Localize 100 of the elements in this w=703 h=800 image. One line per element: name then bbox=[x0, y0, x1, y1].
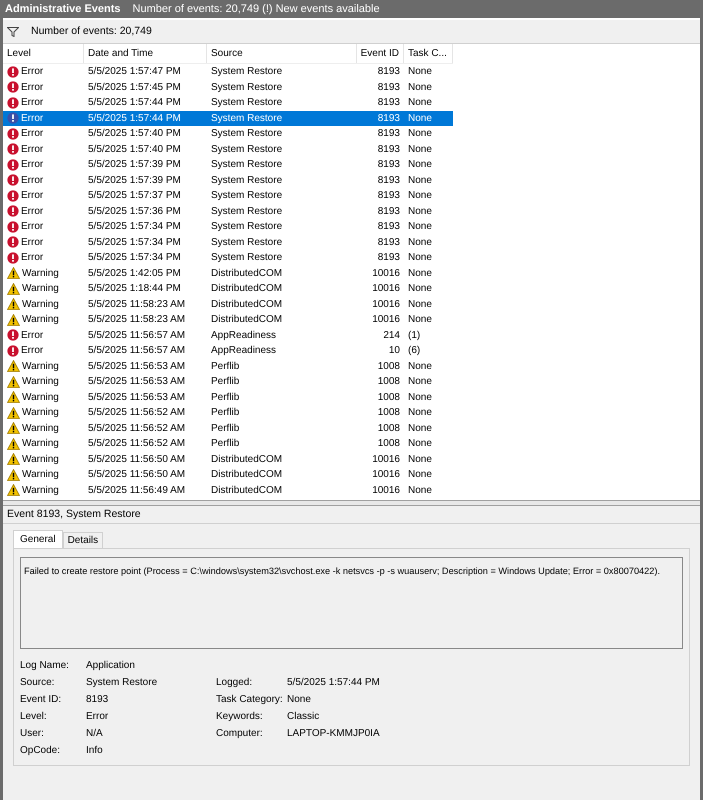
error-icon bbox=[7, 143, 19, 156]
table-row[interactable]: Error 5/5/2025 11:56:57 AM AppReadiness 214 (1) bbox=[3, 328, 453, 343]
table-cell-text: 8193 bbox=[376, 96, 401, 110]
field-value: None bbox=[287, 693, 311, 707]
level-text: Error bbox=[21, 65, 44, 80]
table-row[interactable]: Error 5/5/2025 1:57:45 PM System Restore 8193 None bbox=[3, 80, 453, 95]
table-cell-text: DistributedCOM bbox=[210, 468, 284, 482]
table-cell-text: None bbox=[407, 174, 433, 188]
table-row[interactable]: Warning 5/5/2025 11:56:53 AM Perflib 1008 None bbox=[3, 374, 453, 390]
table-row[interactable]: Error 5/5/2025 1:57:34 PM System Restore 8193 None bbox=[3, 234, 453, 250]
table-row[interactable]: Error 5/5/2025 1:57:37 PM System Restore 8193 None bbox=[3, 188, 453, 204]
tab[interactable]: General bbox=[13, 530, 63, 548]
table-cell-text: None bbox=[407, 65, 433, 80]
level-text: Error bbox=[21, 158, 44, 172]
table-row[interactable]: Warning 5/5/2025 11:56:53 AM Perflib 1008 None bbox=[3, 390, 453, 405]
field-value: 5/5/2025 1:57:44 PM bbox=[287, 676, 380, 690]
event-count: Number of events: 20,749 bbox=[31, 24, 152, 39]
warning-icon bbox=[7, 391, 20, 404]
table-cell-text: Perflib bbox=[210, 360, 240, 374]
field-value: N/A bbox=[86, 727, 103, 741]
level-text: Error bbox=[21, 328, 44, 343]
table-row[interactable]: Error 5/5/2025 1:57:36 PM System Restore 8193 None bbox=[3, 204, 453, 219]
column-header[interactable]: Date and Time bbox=[84, 44, 207, 63]
table-row[interactable]: Error 5/5/2025 11:56:57 AM AppReadiness 10 (6) bbox=[3, 343, 453, 358]
table-row[interactable]: Warning 5/5/2025 11:56:52 AM Perflib 1008 None bbox=[3, 405, 453, 420]
table-cell-text: DistributedCOM bbox=[210, 484, 284, 498]
table-cell-text: Perflib bbox=[210, 390, 240, 405]
table-cell-text: DistributedCOM bbox=[210, 282, 284, 296]
table-cell-text: 5/5/2025 11:56:50 AM bbox=[87, 452, 186, 467]
table-row[interactable]: Error 5/5/2025 1:57:44 PM System Restore 8193 None bbox=[3, 110, 453, 126]
table-row[interactable]: Warning 5/5/2025 11:56:49 AM DistributedCOM 10016 None bbox=[3, 482, 453, 498]
table-row[interactable]: Warning 5/5/2025 1:18:44 PM DistributedCOM 10016 None bbox=[3, 281, 453, 296]
table-row[interactable]: Error 5/5/2025 1:57:40 PM System Restore 8193 None bbox=[3, 142, 453, 157]
table-row[interactable]: Error 5/5/2025 1:57:40 PM System Restore 8193 None bbox=[3, 126, 453, 142]
table-cell-text: None bbox=[407, 313, 433, 328]
table-row[interactable]: Warning 5/5/2025 11:58:23 AM DistributedCOM 10016 None bbox=[3, 312, 453, 328]
table-cell-text: AppReadiness bbox=[210, 328, 278, 343]
table-cell-text: System Restore bbox=[210, 127, 284, 142]
column-header[interactable]: Task C... bbox=[404, 44, 453, 63]
filter-icon[interactable] bbox=[7, 26, 19, 36]
table-cell-text: None bbox=[407, 375, 433, 390]
field-label: User: bbox=[20, 727, 45, 741]
level-text: Warning bbox=[22, 266, 59, 281]
table-cell-text: 5/5/2025 11:56:49 AM bbox=[87, 484, 186, 498]
table-row[interactable]: Error 5/5/2025 1:57:39 PM System Restore 8193 None bbox=[3, 172, 453, 188]
error-icon bbox=[7, 81, 19, 94]
table-row[interactable]: Warning 5/5/2025 11:56:53 AM Perflib 1008 None bbox=[3, 358, 453, 374]
table-row[interactable]: Warning 5/5/2025 11:56:50 AM DistributedCOM 10016 None bbox=[3, 467, 453, 482]
table-row[interactable]: Error 5/5/2025 1:57:47 PM System Restore 8193 None bbox=[3, 64, 453, 80]
field-value: System Restore bbox=[86, 676, 158, 690]
level-text: Error bbox=[21, 96, 44, 110]
level-text: Error bbox=[21, 189, 44, 204]
table-cell-text: 8193 bbox=[376, 251, 401, 266]
table-row[interactable]: Warning 5/5/2025 11:56:52 AM Perflib 1008 None bbox=[3, 420, 453, 436]
table-row[interactable]: Warning 5/5/2025 11:58:23 AM DistributedCOM 10016 None bbox=[3, 296, 453, 312]
table-cell-text: None bbox=[407, 204, 433, 219]
tab[interactable]: Details bbox=[62, 532, 104, 548]
table-cell-text: 1008 bbox=[376, 375, 401, 390]
warning-icon bbox=[7, 468, 20, 481]
table-cell-text: System Restore bbox=[210, 96, 284, 110]
table-cell-text: System Restore bbox=[210, 220, 284, 234]
field-value: 8193 bbox=[86, 693, 108, 707]
table-cell-text: DistributedCOM bbox=[210, 313, 284, 328]
status-text: Number of events: 20,749 (!) New events available bbox=[132, 2, 380, 17]
table-cell-text: None bbox=[407, 158, 433, 172]
table-cell-text: 5/5/2025 11:56:57 AM bbox=[87, 344, 186, 358]
table-cell-text: System Restore bbox=[210, 112, 284, 126]
table-cell-text: 8193 bbox=[376, 127, 401, 142]
level-text: Error bbox=[21, 251, 44, 266]
table-cell-text: 5/5/2025 1:18:44 PM bbox=[87, 282, 182, 296]
table-row[interactable]: Error 5/5/2025 1:57:39 PM System Restore 8193 None bbox=[3, 157, 453, 172]
field-value: Application bbox=[86, 659, 135, 673]
error-icon bbox=[7, 344, 19, 357]
level-text: Warning bbox=[22, 468, 59, 482]
table-cell-text: System Restore bbox=[210, 204, 284, 219]
table-cell-text: None bbox=[407, 484, 433, 498]
column-header[interactable]: Level bbox=[3, 44, 84, 63]
column-header[interactable]: Event ID bbox=[357, 44, 404, 63]
table-cell-text: 5/5/2025 1:57:37 PM bbox=[87, 189, 182, 204]
table-row[interactable]: Warning 5/5/2025 11:56:52 AM Perflib 1008 None bbox=[3, 436, 453, 452]
table-row[interactable]: Warning 5/5/2025 1:42:05 PM DistributedCOM 10016 None bbox=[3, 266, 453, 281]
level-text: Error bbox=[21, 220, 44, 234]
error-icon bbox=[7, 190, 19, 202]
table-cell-text: 8193 bbox=[376, 65, 401, 80]
level-text: Error bbox=[21, 142, 44, 157]
table-cell-text: 5/5/2025 11:58:23 AM bbox=[87, 298, 186, 312]
table-row[interactable]: Warning 5/5/2025 11:56:50 AM DistributedCOM 10016 None bbox=[3, 452, 453, 467]
table-cell-text: 5/5/2025 11:56:52 AM bbox=[87, 437, 186, 452]
table-row[interactable]: Error 5/5/2025 1:57:34 PM System Restore 8193 None bbox=[3, 219, 453, 234]
table-cell-text: None bbox=[407, 251, 433, 266]
table-row[interactable]: Error 5/5/2025 1:57:44 PM System Restore 8193 None bbox=[3, 95, 453, 110]
table-cell-text: 8193 bbox=[376, 80, 401, 95]
table-cell-text: (6) bbox=[407, 344, 422, 358]
field-label: Level: bbox=[20, 710, 48, 724]
field-label: Source: bbox=[20, 676, 56, 690]
table-cell-text: 1008 bbox=[376, 406, 401, 420]
table-cell-text: DistributedCOM bbox=[210, 452, 284, 467]
table-row[interactable]: Error 5/5/2025 1:57:34 PM System Restore 8193 None bbox=[3, 250, 453, 266]
table-cell-text: DistributedCOM bbox=[210, 266, 284, 281]
column-header[interactable]: Source bbox=[207, 44, 357, 63]
